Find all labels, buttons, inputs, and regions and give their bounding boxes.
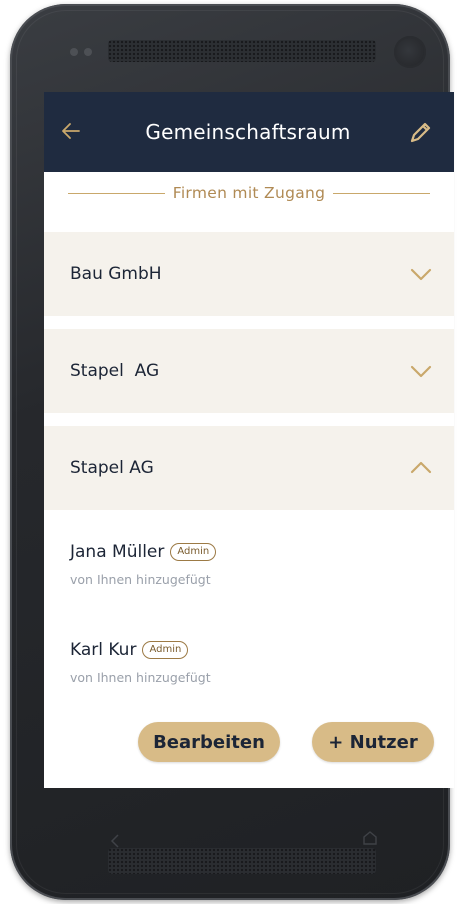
- add-user-button[interactable]: + Nutzer: [312, 722, 434, 762]
- member-name: Jana Müller: [70, 542, 165, 562]
- app-bar: Gemeinschaftsraum: [44, 92, 454, 172]
- edit-button[interactable]: Bearbeiten: [138, 722, 280, 762]
- company-row-bau-gmbh[interactable]: Bau GmbH: [44, 232, 454, 316]
- member-name: Karl Kur: [70, 640, 137, 660]
- member-subtitle: von Ihnen hinzugefügt: [70, 572, 211, 587]
- member-item[interactable]: Karl Kur Admin von Ihnen hinzugefügt: [70, 640, 211, 685]
- phone-frame: Gemeinschaftsraum Firmen mit Zugang Bau …: [10, 4, 454, 900]
- page-title: Gemeinschaftsraum: [145, 120, 351, 144]
- chevron-up-icon[interactable]: [410, 461, 432, 475]
- bottom-speaker: [108, 848, 376, 874]
- divider-line: [68, 192, 165, 194]
- divider-line: [333, 192, 431, 194]
- company-row-stapel-ag-1[interactable]: Stapel AG: [44, 329, 454, 413]
- chevron-down-icon[interactable]: [410, 267, 432, 281]
- earpiece-speaker: [108, 40, 376, 62]
- section-header: Firmen mit Zugang: [68, 182, 431, 204]
- company-name: Stapel AG: [70, 458, 154, 478]
- section-title: Firmen mit Zugang: [172, 184, 326, 202]
- front-camera: [394, 36, 426, 68]
- admin-badge: Admin: [170, 543, 217, 561]
- arrow-left-icon[interactable]: [62, 120, 92, 145]
- company-name: Stapel AG: [70, 361, 160, 381]
- app-screen: Gemeinschaftsraum Firmen mit Zugang Bau …: [44, 92, 454, 788]
- member-item[interactable]: Jana Müller Admin von Ihnen hinzugefügt: [70, 542, 217, 587]
- admin-badge: Admin: [142, 641, 189, 659]
- chevron-down-icon[interactable]: [410, 364, 432, 378]
- pencil-icon[interactable]: [404, 117, 434, 147]
- sensor-dots: [70, 48, 92, 56]
- member-subtitle: von Ihnen hinzugefügt: [70, 670, 211, 685]
- company-row-stapel-ag-2[interactable]: Stapel AG: [44, 426, 454, 510]
- company-name: Bau GmbH: [70, 264, 162, 284]
- nav-home-icon[interactable]: [362, 830, 378, 846]
